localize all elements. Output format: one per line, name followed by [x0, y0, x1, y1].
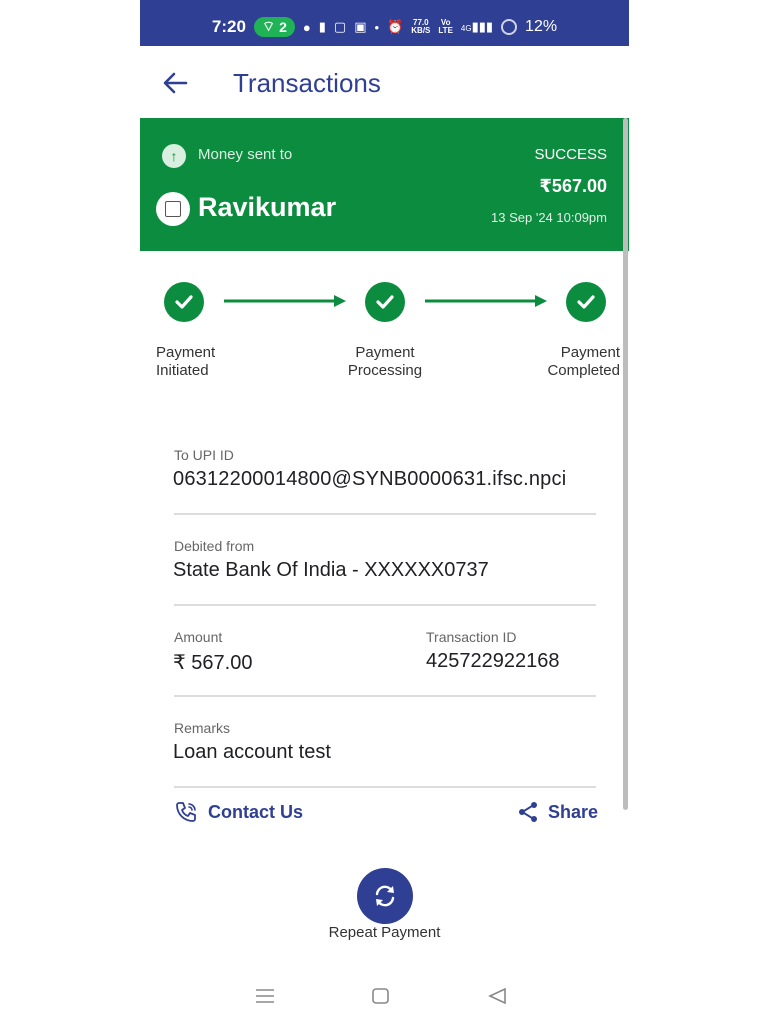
- bank-icon: [165, 201, 181, 217]
- back-arrow-icon[interactable]: [160, 68, 190, 98]
- step-label-completed: Payment Completed: [547, 344, 620, 379]
- battery-icon: [501, 19, 518, 35]
- payee-avatar: [156, 192, 190, 226]
- page-title: Transactions: [233, 68, 381, 98]
- step-label-processing: Payment Processing: [347, 344, 423, 379]
- transaction-banner: ↑ Money sent to SUCCESS Ravikumar ₹567.0…: [140, 118, 629, 251]
- upi-id-label: To UPI ID: [174, 447, 234, 463]
- status-bar: 7:20 ⌔ 2 ● ▮ ▢ ▣ • ⏰ 77.0 KB/S Vo LTE 4G…: [140, 0, 629, 46]
- contact-us-button[interactable]: Contact Us: [174, 800, 303, 824]
- home-icon[interactable]: [372, 988, 389, 1004]
- payee-name: Ravikumar: [198, 192, 337, 222]
- dot-icon: •: [374, 19, 380, 35]
- amount-label: Amount: [174, 629, 223, 645]
- share-label: Share: [548, 801, 599, 822]
- contact-us-label: Contact Us: [208, 801, 304, 822]
- net-speed: 77.0 KB/S: [411, 18, 431, 35]
- repeat-payment-label: Repeat Payment: [328, 924, 441, 941]
- transaction-id-label: Transaction ID: [426, 629, 517, 645]
- remarks-value: Loan account test: [173, 741, 331, 763]
- share-icon: [519, 802, 537, 822]
- back-nav-icon[interactable]: [488, 987, 506, 1005]
- chat-icon: ●: [302, 19, 311, 35]
- notification-icon: ▢: [333, 19, 347, 34]
- status-badge: SUCCESS: [534, 146, 607, 163]
- step-arrow-icon: [224, 295, 346, 307]
- divider: [174, 604, 596, 606]
- signal-icon: 4G▮▮▮: [460, 19, 494, 34]
- remarks-label: Remarks: [174, 720, 231, 736]
- refresh-icon: [375, 885, 395, 907]
- banner-amount: ₹567.00: [539, 176, 607, 196]
- divider: [174, 695, 596, 697]
- step-label-initiated: Payment Initiated: [156, 344, 216, 379]
- step-completed-check-icon: [566, 282, 606, 322]
- app-icon: ▣: [354, 19, 367, 34]
- hotspot-pill: ⌔ 2: [253, 17, 295, 37]
- debited-from-label: Debited from: [174, 538, 255, 554]
- phone-screen: 7:20 ⌔ 2 ● ▮ ▢ ▣ • ⏰ 77.0 KB/S Vo LTE 4G…: [140, 0, 629, 1024]
- battery-level: 12%: [525, 18, 558, 35]
- menu-icon[interactable]: [256, 989, 274, 1003]
- divider: [174, 786, 596, 788]
- step-processing-check-icon: [365, 282, 405, 322]
- transaction-datetime: 13 Sep '24 10:09pm: [491, 210, 607, 225]
- scrollbar[interactable]: [623, 118, 628, 810]
- sim-icon: ▮: [318, 19, 326, 34]
- app-header: Transactions: [140, 56, 629, 112]
- debited-from-value: State Bank Of India - XXXXXX0737: [173, 559, 489, 581]
- system-nav-bar: [256, 987, 506, 1005]
- transaction-id-value: 425722922168: [426, 650, 560, 672]
- divider: [174, 513, 596, 515]
- money-sent-caption: Money sent to: [198, 146, 293, 163]
- hotspot-count: 2: [279, 19, 287, 35]
- arrow-up-icon: ↑: [162, 144, 186, 168]
- amount-value: ₹ 567.00: [173, 652, 253, 674]
- phone-icon: [176, 802, 196, 822]
- volte-indicator: Vo LTE: [438, 18, 453, 35]
- upi-id-value: 06312200014800@SYNB0000631.ifsc.npci: [173, 468, 567, 490]
- repeat-payment-button[interactable]: [357, 868, 413, 924]
- step-arrow-icon: [425, 295, 547, 307]
- status-time: 7:20: [211, 17, 246, 36]
- alarm-icon: ⏰: [387, 19, 404, 34]
- share-button[interactable]: Share: [516, 800, 598, 824]
- step-initiated-check-icon: [164, 282, 204, 322]
- hotspot-icon: ⌔: [261, 18, 276, 34]
